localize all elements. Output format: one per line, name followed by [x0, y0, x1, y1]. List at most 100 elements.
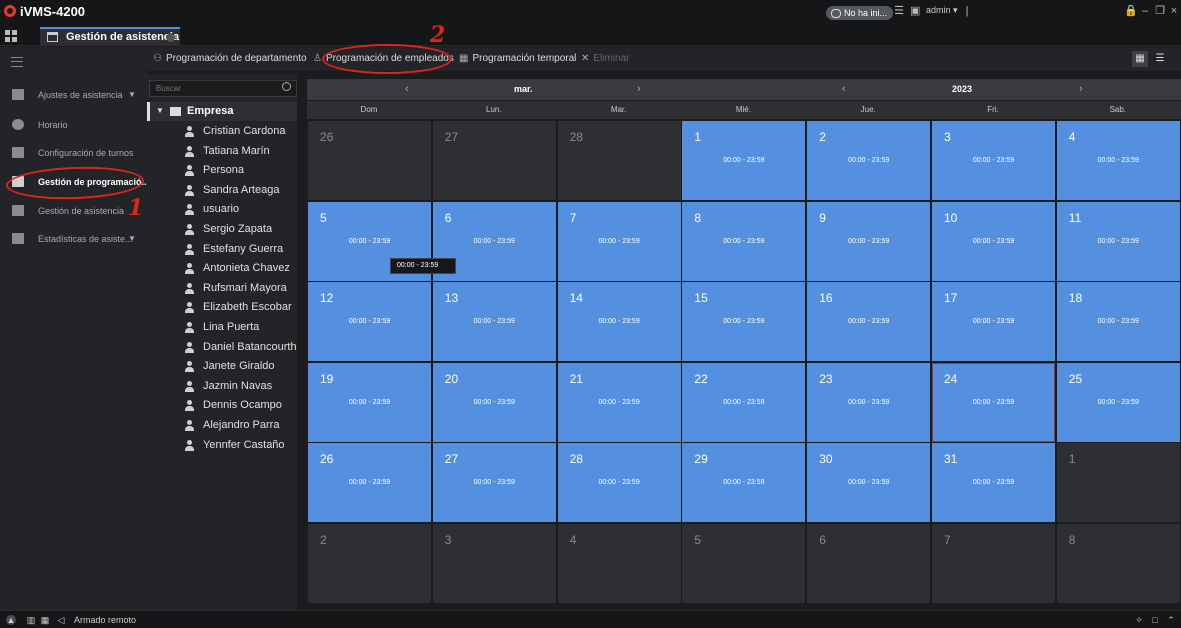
calendar-day-cell[interactable]: 10 00:00 - 23:59	[932, 201, 1055, 281]
person-icon	[184, 126, 195, 137]
prev-year-icon[interactable]: ‹	[842, 83, 846, 95]
calendar-day-cell[interactable]: 30 00:00 - 23:59	[807, 443, 931, 522]
dept-schedule-button[interactable]: ⚇ Programación de departamento	[153, 53, 307, 64]
maximize-icon[interactable]: ❐	[1155, 6, 1165, 17]
calendar-day-cell[interactable]: 26	[308, 121, 431, 200]
calendar-day-cell[interactable]: 14 00:00 - 23:59	[557, 282, 681, 361]
person-name: usuario	[203, 203, 240, 216]
day-number: 30	[819, 452, 833, 466]
list-view-icon[interactable]: ☰	[1152, 51, 1168, 67]
calendar-day-cell[interactable]: 27	[432, 121, 556, 200]
calendar-day-cell[interactable]: 5	[682, 523, 806, 603]
calendar-day-cell[interactable]: 6	[807, 523, 931, 603]
calendar-day-cell[interactable]: 4	[557, 523, 681, 603]
tree-root-empresa[interactable]: ▼ Empresa	[147, 102, 297, 121]
calendar-day-cell[interactable]: 23 00:00 - 23:59	[807, 362, 931, 442]
calendar-day-cell[interactable]: 1	[1056, 443, 1180, 522]
calendar-day-cell[interactable]: 26 00:00 - 23:59	[308, 443, 431, 522]
list-icon[interactable]: ☰	[894, 6, 904, 17]
search-icon[interactable]	[282, 82, 291, 91]
temp-schedule-button[interactable]: ▦ Programación temporal	[459, 53, 576, 64]
day-number: 10	[944, 210, 958, 225]
calendar-day-cell[interactable]: 3 00:00 - 23:59	[932, 121, 1055, 200]
calendar-day-cell[interactable]: 28 00:00 - 23:59	[557, 443, 681, 522]
delete-button[interactable]: ✕ Eliminar	[581, 53, 630, 64]
day-number: 20	[444, 371, 459, 386]
calendar-day-cell[interactable]: 7	[932, 523, 1055, 603]
modules-grid-icon[interactable]	[5, 30, 17, 42]
chevron-down-icon[interactable]: ▼	[156, 106, 164, 115]
calendar-day-cell[interactable]: 2 00:00 - 23:59	[807, 121, 931, 200]
person-icon	[184, 184, 195, 196]
prev-month-icon[interactable]: ‹	[405, 83, 409, 95]
next-month-icon[interactable]: ›	[637, 83, 641, 95]
calendar-day-cell[interactable]: 9 00:00 - 23:59	[807, 201, 931, 281]
time-range: 00:00 - 23:59	[723, 318, 765, 325]
image-icon[interactable]: ▣	[910, 6, 920, 17]
calendar-header: ‹ mar. › ‹ 2023 ›	[307, 79, 1181, 100]
lock-icon[interactable]: 🔒	[1124, 6, 1138, 17]
calendar-day-cell[interactable]: 7 00:00 - 23:59	[557, 201, 681, 281]
day-number: 29	[694, 452, 708, 466]
calendar-day-cell[interactable]: 25 00:00 - 23:59	[1056, 362, 1180, 442]
calendar-day-cell[interactable]: 17 00:00 - 23:59	[932, 282, 1055, 361]
calendar-day-cell[interactable]: 2	[308, 523, 431, 603]
calendar-day-cell[interactable]: 21 00:00 - 23:59	[557, 362, 681, 442]
sidebar-item-0[interactable]: Ajustes de asistencia ▼	[0, 83, 147, 107]
calendar-day-cell[interactable]: 29 00:00 - 23:59	[682, 443, 806, 522]
chevron-down-icon: ▼	[128, 90, 136, 99]
sidebar-item-1[interactable]: Horario	[0, 113, 147, 137]
grid-view-icon[interactable]: ▦	[1132, 51, 1148, 67]
calendar-day-cell[interactable]: 28	[557, 121, 681, 200]
org-icon: ⚇	[153, 53, 162, 64]
tab-close-icon[interactable]	[166, 33, 175, 42]
calendar-day-cell[interactable]: 19 00:00 - 23:59	[308, 362, 431, 442]
calendar-day-cell[interactable]: 12 00:00 - 23:59	[308, 282, 431, 361]
day-number: 2	[320, 532, 327, 547]
user-menu[interactable]: admin ▾	[926, 5, 958, 16]
grid-icon[interactable]: ▦	[40, 615, 50, 625]
calendar-day-cell[interactable]: 22 00:00 - 23:59	[682, 362, 806, 442]
person-icon	[184, 282, 195, 294]
calendar-day-cell[interactable]: 3	[432, 523, 556, 603]
chevron-up-icon[interactable]: ⌃	[1166, 615, 1176, 625]
calendar-day-cell[interactable]: 18 00:00 - 23:59	[1056, 282, 1180, 361]
time-range: 00:00 - 23:59	[473, 479, 515, 486]
calendar-day-cell[interactable]: 8	[1056, 523, 1180, 603]
trash-icon[interactable]: ▥	[26, 615, 36, 625]
sidebar-item-4[interactable]: Gestión de asistencia	[0, 199, 147, 223]
alarm-icon[interactable]: ▲	[6, 615, 16, 625]
day-number: 6	[819, 532, 826, 547]
time-range: 00:00 - 23:59	[723, 479, 765, 486]
calendar-day-cell[interactable]: 11 00:00 - 23:59	[1056, 201, 1180, 281]
minimize-icon[interactable]: –	[1140, 6, 1150, 17]
pin-icon[interactable]: ✧	[1134, 615, 1144, 625]
calendar-day-cell[interactable]: 4 00:00 - 23:59	[1056, 121, 1180, 200]
calendar-day-cell[interactable]: 27 00:00 - 23:59	[432, 443, 556, 522]
calendar-day-cell[interactable]: 16 00:00 - 23:59	[807, 282, 931, 361]
sidebar-item-icon	[12, 119, 24, 130]
remote-arm-label[interactable]: Armado remoto	[74, 615, 136, 625]
time-range: 00:00 - 23:59	[348, 479, 391, 486]
calendar-day-cell[interactable]: 15 00:00 - 23:59	[682, 282, 806, 361]
calendar-day-cell[interactable]: 20 00:00 - 23:59	[432, 362, 556, 442]
tab-gestion-asistencia[interactable]: Gestión de asistencia	[40, 27, 180, 46]
calendar-day-cell[interactable]: 31 00:00 - 23:59	[932, 443, 1055, 522]
calendar-day-cell[interactable]: 1 00:00 - 23:59	[682, 121, 806, 200]
window-icon[interactable]: □	[1150, 615, 1160, 625]
calendar-day-cell[interactable]: 13 00:00 - 23:59	[432, 282, 556, 361]
day-number: 31	[944, 452, 958, 466]
day-number: 17	[944, 291, 958, 305]
day-number: 1	[694, 130, 702, 144]
schedule-toolbar: ⚇ Programación de departamento ♙ Programac…	[147, 47, 1181, 72]
calendar-day-cell[interactable]: 8 00:00 - 23:59	[682, 201, 806, 281]
status-pill[interactable]: No ha ini...	[826, 6, 894, 20]
calendar-day-cell[interactable]: 24 00:00 - 23:59	[932, 362, 1055, 442]
search-input[interactable]: Buscar	[149, 80, 297, 97]
next-year-icon[interactable]: ›	[1079, 83, 1083, 95]
sidebar-item-5[interactable]: Estadísticas de asiste... ▼	[0, 227, 147, 251]
hamburger-menu-icon[interactable]	[11, 57, 23, 67]
close-icon[interactable]: ×	[1169, 6, 1179, 17]
sidebar-item-2[interactable]: Configuración de turnos	[0, 141, 147, 165]
speaker-icon[interactable]: ◁	[56, 615, 66, 625]
